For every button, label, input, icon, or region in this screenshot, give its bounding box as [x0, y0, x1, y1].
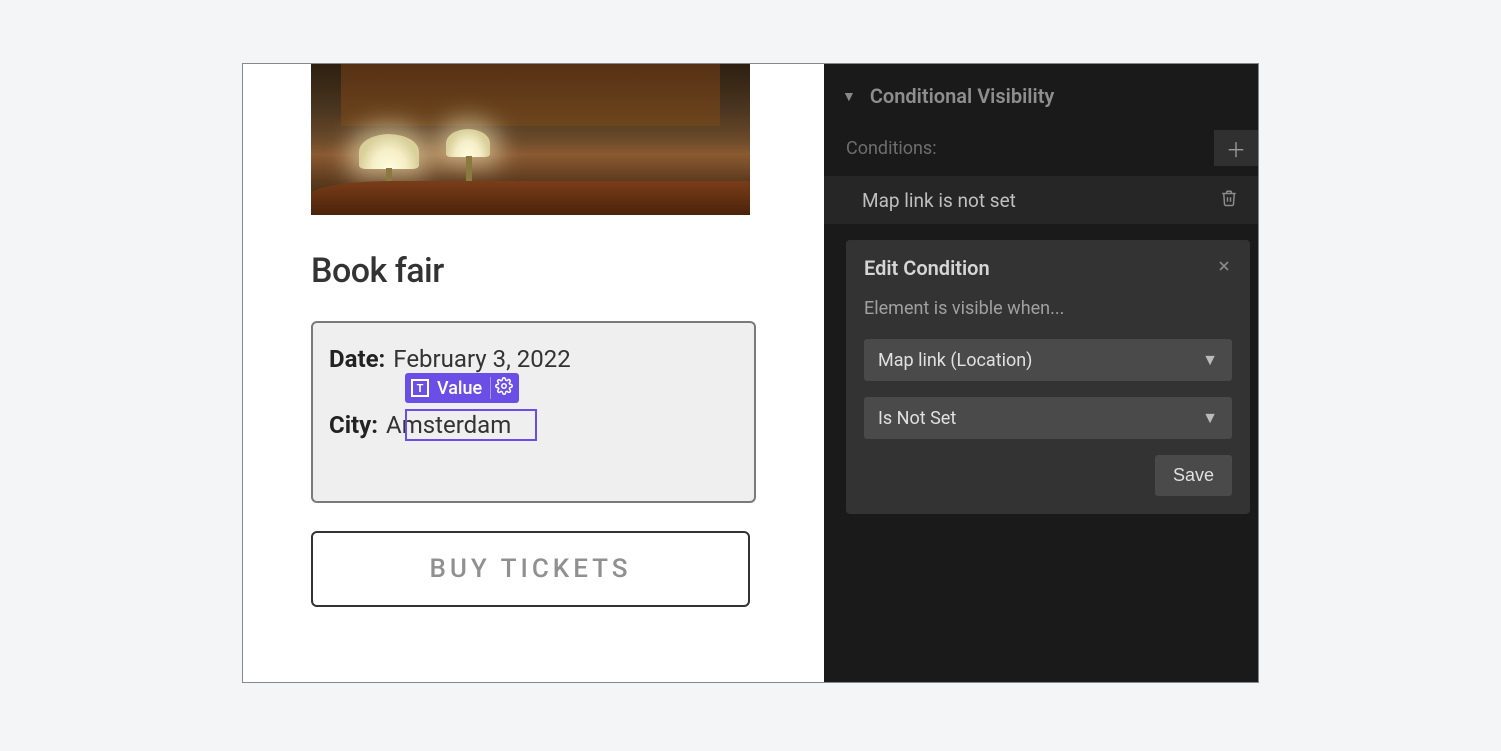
- conditions-row: Conditions: ＋: [824, 116, 1258, 176]
- text-icon: T: [411, 379, 429, 397]
- condition-text: Map link is not set: [862, 189, 1214, 212]
- settings-panel: ▼ Conditional Visibility Conditions: ＋ M…: [824, 64, 1258, 682]
- save-row: Save: [864, 455, 1232, 496]
- condition-item[interactable]: Map link is not set: [824, 176, 1258, 224]
- gear-icon[interactable]: [495, 377, 513, 399]
- date-value: February 3, 2022: [393, 345, 570, 373]
- edit-body: Element is visible when... Map link (Loc…: [846, 292, 1250, 514]
- chevron-down-icon: ▼: [1202, 350, 1218, 370]
- close-dialog-button[interactable]: [1216, 258, 1232, 279]
- lamp-decoration: [446, 129, 490, 157]
- canvas-preview: Book fair Date: February 3, 2022 T Value: [243, 64, 824, 682]
- lamp-decoration: [359, 134, 419, 169]
- conditional-visibility-header[interactable]: ▼ Conditional Visibility: [824, 64, 1258, 116]
- close-icon: [1216, 258, 1232, 274]
- event-title: Book fair: [311, 251, 756, 291]
- edit-title: Edit Condition: [864, 256, 1216, 280]
- delete-condition-button[interactable]: [1214, 188, 1244, 212]
- date-row: Date: February 3, 2022: [329, 345, 732, 373]
- app-viewport: Book fair Date: February 3, 2022 T Value: [242, 63, 1259, 683]
- element-select-value: Map link (Location): [878, 350, 1032, 371]
- plus-icon: ＋: [1226, 134, 1246, 163]
- divider: [490, 377, 491, 399]
- table-decoration: [311, 181, 750, 215]
- edit-header: Edit Condition: [846, 240, 1250, 292]
- chevron-down-icon: ▼: [842, 88, 856, 105]
- conditions-label: Conditions:: [846, 138, 1214, 159]
- save-button[interactable]: Save: [1155, 455, 1232, 496]
- element-select[interactable]: Map link (Location) ▼: [864, 339, 1232, 381]
- operator-select[interactable]: Is Not Set ▼: [864, 397, 1232, 439]
- edit-description: Element is visible when...: [864, 298, 1232, 319]
- event-info-card: Date: February 3, 2022 T Value Cit: [311, 321, 756, 503]
- chevron-down-icon: ▼: [1202, 408, 1218, 428]
- edit-condition-dialog: Edit Condition Element is visible when..…: [846, 240, 1250, 514]
- trash-icon: [1220, 188, 1238, 208]
- hero-image: [311, 64, 750, 215]
- city-label: City:: [329, 411, 378, 439]
- section-title: Conditional Visibility: [870, 84, 1054, 108]
- add-condition-button[interactable]: ＋: [1214, 130, 1258, 166]
- value-binding-badge[interactable]: T Value: [405, 373, 519, 403]
- city-row: T Value City: Amsterdam: [329, 411, 732, 439]
- value-badge-label: Value: [433, 378, 486, 399]
- date-label: Date:: [329, 345, 385, 373]
- city-value[interactable]: Amsterdam: [386, 411, 511, 439]
- buy-tickets-button[interactable]: BUY TICKETS: [311, 531, 750, 607]
- operator-select-value: Is Not Set: [878, 408, 956, 429]
